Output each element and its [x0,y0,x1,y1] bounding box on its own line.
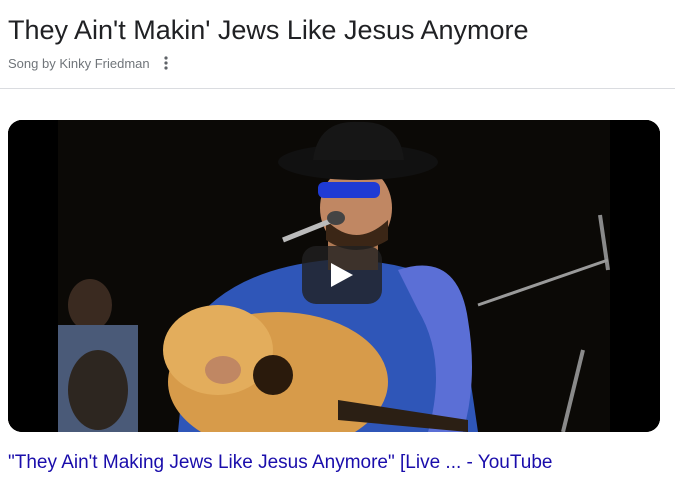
video-thumbnail[interactable] [8,120,660,432]
youtube-result-link[interactable]: "They Ain't Making Jews Like Jesus Anymo… [8,452,552,474]
song-title: They Ain't Makin' Jews Like Jesus Anymor… [8,15,529,45]
song-header: They Ain't Makin' Jews Like Jesus Anymor… [8,12,668,72]
subtitle-row: Song by Kinky Friedman [8,54,668,72]
play-icon [331,263,353,287]
song-artist-subtitle: Song by Kinky Friedman [8,55,150,71]
play-button[interactable] [302,246,382,304]
header-divider [0,88,675,89]
more-vert-icon[interactable] [160,55,172,71]
